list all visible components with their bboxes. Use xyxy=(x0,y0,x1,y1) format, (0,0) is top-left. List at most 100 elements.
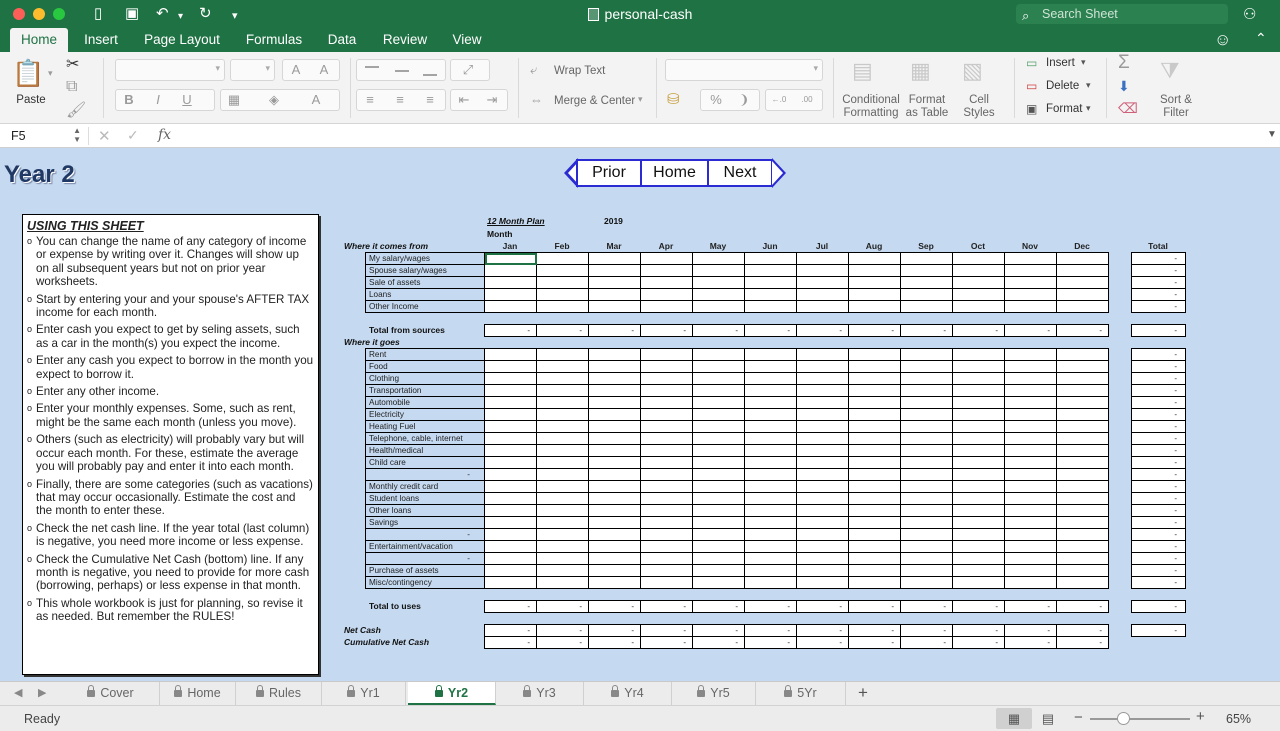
net-cash-cell[interactable]: - xyxy=(744,636,797,649)
amount-cell[interactable] xyxy=(796,444,849,457)
amount-cell[interactable] xyxy=(900,420,953,433)
amount-cell[interactable] xyxy=(1056,528,1109,541)
category-cell[interactable]: Electricity xyxy=(365,408,485,421)
amount-cell[interactable] xyxy=(1004,408,1057,421)
net-cash-cell[interactable]: - xyxy=(692,636,745,649)
amount-cell[interactable] xyxy=(848,288,901,301)
amount-cell[interactable] xyxy=(952,540,1005,553)
amount-cell[interactable] xyxy=(1056,252,1109,265)
paste-dropdown-icon[interactable]: ▾ xyxy=(48,68,53,79)
amount-cell[interactable] xyxy=(640,564,693,577)
align-middle-icon[interactable] xyxy=(395,70,409,72)
amount-cell[interactable] xyxy=(1004,372,1057,385)
amount-cell[interactable] xyxy=(744,516,797,529)
amount-cell[interactable] xyxy=(1004,420,1057,433)
net-cash-cell[interactable]: - xyxy=(640,636,693,649)
row-total-cell[interactable]: - xyxy=(1131,456,1186,469)
total-uses-cell[interactable]: - xyxy=(640,600,693,613)
amount-cell[interactable] xyxy=(848,444,901,457)
amount-cell[interactable] xyxy=(640,384,693,397)
row-total-cell[interactable]: - xyxy=(1131,492,1186,505)
amount-cell[interactable] xyxy=(536,552,589,565)
total-uses-cell[interactable]: - xyxy=(744,600,797,613)
amount-cell[interactable] xyxy=(796,564,849,577)
amount-cell[interactable] xyxy=(744,288,797,301)
amount-cell[interactable] xyxy=(1004,468,1057,481)
amount-cell[interactable] xyxy=(536,456,589,469)
total-uses-cell[interactable]: - xyxy=(952,600,1005,613)
amount-cell[interactable] xyxy=(796,528,849,541)
row-total-cell[interactable]: - xyxy=(1131,564,1186,577)
amount-cell[interactable] xyxy=(692,432,745,445)
cancel-formula-icon[interactable]: ✕ xyxy=(98,127,111,145)
amount-cell[interactable] xyxy=(796,504,849,517)
amount-cell[interactable] xyxy=(588,360,641,373)
amount-cell[interactable] xyxy=(952,372,1005,385)
sheet-tab-cover[interactable]: Cover xyxy=(62,682,160,705)
chevron-down-icon[interactable]: ▾ xyxy=(638,94,643,105)
amount-cell[interactable] xyxy=(744,348,797,361)
amount-cell[interactable] xyxy=(796,408,849,421)
amount-cell[interactable] xyxy=(588,276,641,289)
total-sources-cell[interactable]: - xyxy=(1004,324,1057,337)
amount-cell[interactable] xyxy=(640,300,693,313)
amount-cell[interactable] xyxy=(744,564,797,577)
amount-cell[interactable] xyxy=(1004,528,1057,541)
amount-cell[interactable] xyxy=(952,408,1005,421)
amount-cell[interactable] xyxy=(1056,576,1109,589)
amount-cell[interactable] xyxy=(692,264,745,277)
amount-cell[interactable] xyxy=(1056,360,1109,373)
total-sources-cell[interactable]: - xyxy=(640,324,693,337)
amount-cell[interactable] xyxy=(692,408,745,421)
amount-cell[interactable] xyxy=(640,420,693,433)
add-sheet-button[interactable]: + xyxy=(852,682,874,705)
amount-cell[interactable] xyxy=(900,252,953,265)
amount-cell[interactable] xyxy=(952,516,1005,529)
grow-font-button[interactable]: A xyxy=(285,60,307,80)
amount-cell[interactable] xyxy=(536,360,589,373)
borders-icon[interactable]: ▦ xyxy=(223,90,245,110)
amount-cell[interactable] xyxy=(1004,456,1057,469)
amount-cell[interactable] xyxy=(484,288,537,301)
row-total-cell[interactable]: - xyxy=(1131,576,1186,589)
amount-cell[interactable] xyxy=(744,480,797,493)
net-cash-cell[interactable]: - xyxy=(484,636,537,649)
amount-cell[interactable] xyxy=(744,468,797,481)
amount-cell[interactable] xyxy=(692,468,745,481)
chevron-down-icon[interactable]: ▾ xyxy=(1081,57,1086,68)
amount-cell[interactable] xyxy=(484,372,537,385)
net-cash-cell[interactable]: - xyxy=(848,636,901,649)
amount-cell[interactable] xyxy=(952,432,1005,445)
amount-cell[interactable] xyxy=(640,552,693,565)
amount-cell[interactable] xyxy=(744,372,797,385)
sheet-tab-yr5[interactable]: Yr5 xyxy=(672,682,756,705)
tab-page-layout[interactable]: Page Layout xyxy=(136,28,228,52)
amount-cell[interactable] xyxy=(796,264,849,277)
zoom-slider-thumb[interactable] xyxy=(1117,712,1130,725)
amount-cell[interactable] xyxy=(536,480,589,493)
amount-cell[interactable] xyxy=(952,552,1005,565)
amount-cell[interactable] xyxy=(536,468,589,481)
amount-cell[interactable] xyxy=(536,384,589,397)
amount-cell[interactable] xyxy=(900,264,953,277)
zoom-out-button[interactable]: − xyxy=(1074,709,1083,726)
category-cell[interactable]: Automobile xyxy=(365,396,485,409)
amount-cell[interactable] xyxy=(588,528,641,541)
amount-cell[interactable] xyxy=(1004,480,1057,493)
align-center-icon[interactable]: ≡ xyxy=(389,90,411,110)
amount-cell[interactable] xyxy=(952,564,1005,577)
amount-cell[interactable] xyxy=(1004,252,1057,265)
increase-indent-icon[interactable]: ⇥ xyxy=(481,90,503,110)
net-cash-cell[interactable]: - xyxy=(900,636,953,649)
amount-cell[interactable] xyxy=(744,504,797,517)
amount-cell[interactable] xyxy=(848,252,901,265)
amount-cell[interactable] xyxy=(536,516,589,529)
amount-cell[interactable] xyxy=(692,288,745,301)
zoom-in-button[interactable]: + xyxy=(1196,708,1205,725)
amount-cell[interactable] xyxy=(900,564,953,577)
amount-cell[interactable] xyxy=(952,576,1005,589)
category-cell[interactable]: Clothing xyxy=(365,372,485,385)
total-sources-cell[interactable]: - xyxy=(952,324,1005,337)
amount-cell[interactable] xyxy=(744,396,797,409)
amount-cell[interactable] xyxy=(744,300,797,313)
